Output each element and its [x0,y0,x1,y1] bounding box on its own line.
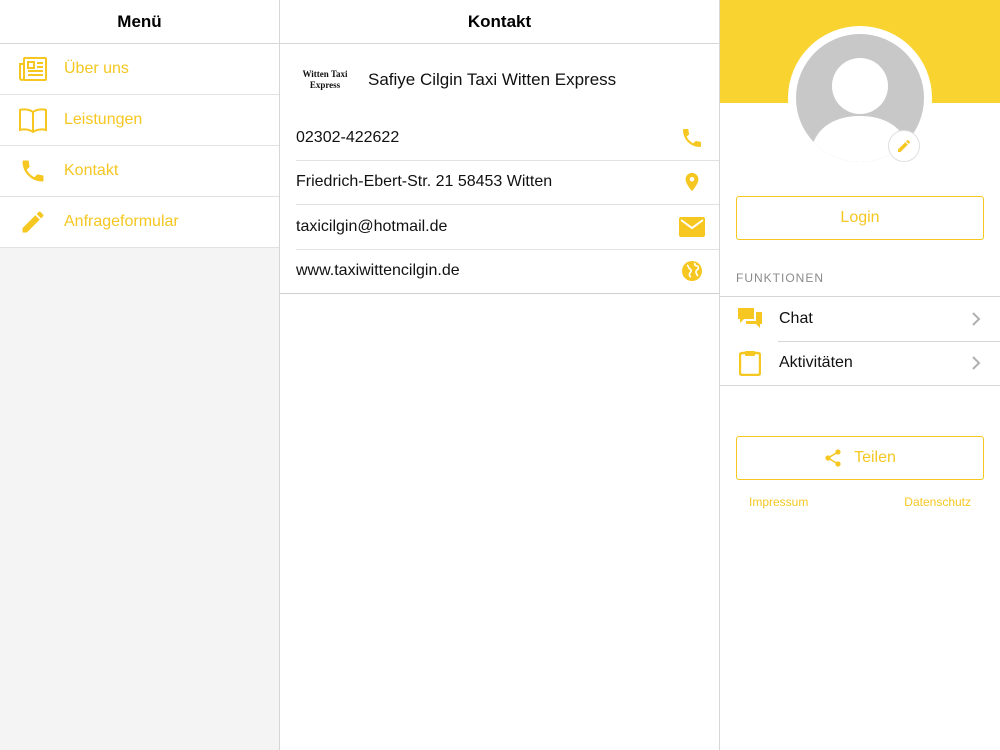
book-icon [18,105,48,135]
clipboard-icon [736,349,764,377]
mail-icon[interactable] [679,214,705,240]
contact-row-email[interactable]: taxicilgin@hotmail.de [296,205,719,250]
menu-list: Über uns Leistungen Kontakt Anfrageformu… [0,44,279,248]
contact-row-phone[interactable]: 02302-422622 [296,116,719,161]
menu-item-anfrageformular[interactable]: Anfrageformular [0,197,279,248]
function-item-label: Aktivitäten [779,354,853,371]
profile-pane: Login FUNKTIONEN Chat Aktivitäten Teilen… [720,0,1000,750]
chat-icon [736,305,764,333]
chevron-right-icon [964,307,988,331]
contact-row-address[interactable]: Friedrich-Ebert-Str. 21 58453 Witten [296,161,719,205]
contact-title: Kontakt [280,0,719,44]
menu-item-label: Kontakt [64,162,119,179]
menu-item-label: Über uns [64,60,129,77]
contact-row-website[interactable]: www.taxiwittencilgin.de [280,250,719,294]
login-button[interactable]: Login [736,196,984,240]
menu-item-ueber-uns[interactable]: Über uns [0,44,279,95]
menu-item-label: Leistungen [64,111,143,128]
email-address: taxicilgin@hotmail.de [296,217,448,235]
company-header: Witten Taxi Express Safiye Cilgin Taxi W… [280,44,719,116]
address: Friedrich-Ebert-Str. 21 58453 Witten [296,173,553,191]
menu-pane: Menü Über uns Leistungen Kontakt Anfrage… [0,0,280,750]
function-item-aktivitaeten[interactable]: Aktivitäten [720,341,1000,385]
phone-number: 02302-422622 [296,128,400,146]
functions-section-title: FUNKTIONEN [736,271,824,285]
edit-avatar-button[interactable] [888,130,920,162]
phone-icon[interactable] [679,125,705,151]
phone-icon [18,156,48,186]
contact-pane: Kontakt Witten Taxi Express Safiye Cilgi… [280,0,720,750]
chevron-right-icon [964,351,988,375]
location-pin-icon[interactable] [679,169,705,195]
share-icon [824,449,842,467]
function-item-chat[interactable]: Chat [720,297,1000,341]
globe-icon[interactable] [679,258,705,284]
menu-item-kontakt[interactable]: Kontakt [0,146,279,197]
newspaper-icon [18,54,48,84]
functions-list: Chat Aktivitäten [720,296,1000,386]
pencil-icon [18,207,48,237]
website-url: www.taxiwittencilgin.de [296,262,460,280]
function-item-label: Chat [779,310,813,327]
impressum-link[interactable]: Impressum [749,495,808,509]
share-label: Teilen [854,449,896,466]
company-logo: Witten Taxi Express [302,69,348,90]
share-button[interactable]: Teilen [736,436,984,480]
company-name: Safiye Cilgin Taxi Witten Express [368,70,617,89]
menu-item-label: Anfrageformular [64,213,179,230]
menu-item-leistungen[interactable]: Leistungen [0,95,279,146]
contact-list: 02302-422622 Friedrich-Ebert-Str. 21 584… [280,116,719,294]
menu-title: Menü [0,0,279,44]
datenschutz-link[interactable]: Datenschutz [904,495,971,509]
pencil-icon [896,138,912,154]
